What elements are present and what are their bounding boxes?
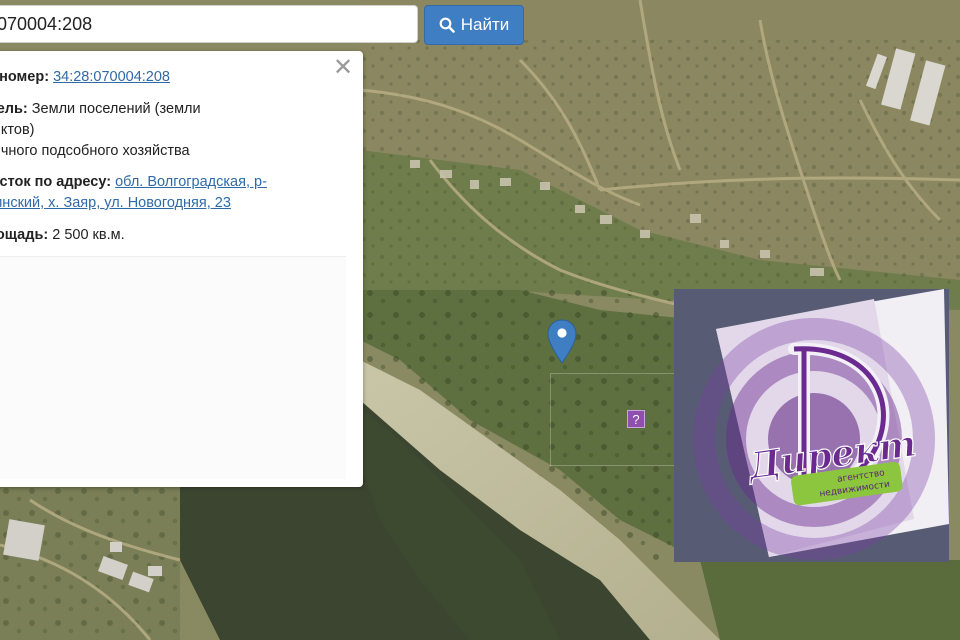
search-icon	[439, 17, 455, 33]
cadastral-search-input[interactable]	[0, 5, 418, 43]
address-link-1[interactable]: обл. Волгоградская, р-	[115, 174, 267, 190]
land-category-value: Земли поселений (земли	[31, 101, 201, 117]
land-category-value-2: енных пунктов)	[0, 122, 35, 138]
address-label: ьный участок по адресу:	[0, 174, 112, 190]
search-button[interactable]: Найти	[424, 5, 524, 45]
address-row: ьный участок по адресу: обл. Волгоградск…	[0, 172, 352, 214]
cadastral-number-link[interactable]: 34:28:070004:208	[53, 69, 170, 85]
search-button-label: Найти	[460, 15, 510, 34]
parcel-photo-area	[0, 256, 346, 479]
map-pin-icon[interactable]	[545, 318, 579, 366]
cadastral-number-label: стровый номер:	[0, 69, 50, 85]
parcel-info-panel: стровый номер: 34:28:070004:208 ория зем…	[0, 51, 363, 487]
land-category-row: ория земель: Земли поселений (земли енны…	[0, 99, 272, 162]
address-link-2[interactable]: днеахтубинский, х. Заяр, ул. Новогодняя,…	[0, 195, 231, 211]
area-value: 2 500 кв.м.	[52, 227, 125, 243]
land-use-value: едения личного подсобного хозяйства	[0, 143, 190, 159]
unknown-object-marker[interactable]: ?	[627, 410, 645, 428]
close-icon[interactable]: ✕	[333, 56, 353, 80]
agency-logo: Директ агентство недвижимости	[674, 289, 949, 562]
land-category-label: ория земель:	[0, 101, 28, 117]
area-row: енная площадь: 2 500 кв.м.	[0, 225, 352, 246]
area-label: енная площадь:	[0, 227, 49, 243]
cadastral-number-row: стровый номер: 34:28:070004:208	[0, 67, 352, 88]
